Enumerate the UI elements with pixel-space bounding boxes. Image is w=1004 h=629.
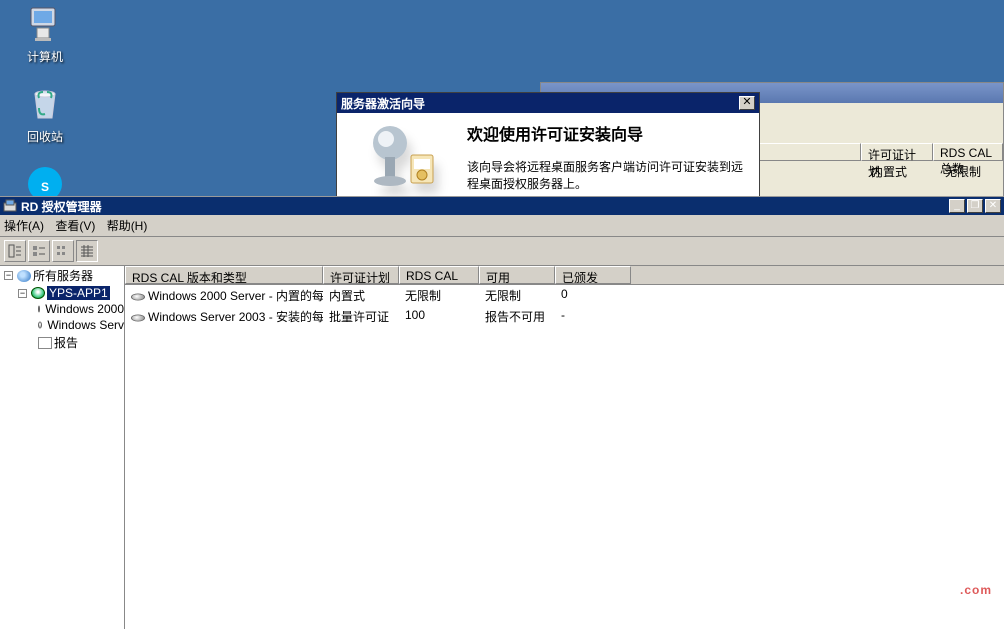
maximize-icon[interactable]: ❐ bbox=[967, 199, 983, 213]
desktop-icon-computer[interactable]: 计算机 bbox=[10, 4, 80, 65]
wizard-art bbox=[337, 113, 465, 196]
wizard-dialog: 服务器激活向导 ✕ 欢迎使用许可证安装向导 该向导会将远程桌面服务客户端访问许可… bbox=[336, 92, 760, 197]
wizard-paragraph: 该向导会将远程桌面服务客户端访问许可证安装到远程桌面授权服务器上。 bbox=[467, 159, 747, 194]
column-header[interactable]: 已颁发 bbox=[555, 266, 631, 284]
wizard-titlebar[interactable]: 服务器激活向导 ✕ bbox=[337, 93, 759, 113]
rd-title-text: RD 授权管理器 bbox=[21, 198, 947, 215]
menu-view[interactable]: 查看(V) bbox=[55, 219, 95, 233]
wizard-heading: 欢迎使用许可证安装向导 bbox=[467, 121, 747, 145]
server-icon bbox=[31, 287, 45, 299]
list-view[interactable]: RDS CAL 版本和类型 许可证计划 RDS CAL 总数 可用 已颁发 Wi… bbox=[125, 266, 1004, 629]
recycle-bin-icon bbox=[25, 84, 65, 124]
column-header[interactable]: RDS CAL 版本和类型 bbox=[125, 266, 323, 284]
desktop-icon-label: 计算机 bbox=[10, 48, 80, 65]
toolbar-button-4[interactable] bbox=[76, 240, 98, 262]
column-header[interactable]: RDS CAL 总数 bbox=[399, 266, 479, 284]
column-header[interactable]: 可用 bbox=[479, 266, 555, 284]
list-header: RDS CAL 版本和类型 许可证计划 RDS CAL 总数 可用 已颁发 bbox=[125, 266, 1004, 285]
license-icon bbox=[131, 314, 145, 321]
column-header[interactable]: 许可证计划 bbox=[323, 266, 399, 284]
desktop-icon-label: 回收站 bbox=[10, 128, 80, 145]
rd-app-icon bbox=[3, 199, 17, 213]
menubar: 操作(A) 查看(V) 帮助(H) bbox=[0, 215, 1004, 237]
desktop-icon-recycle[interactable]: 回收站 bbox=[10, 84, 80, 145]
tree-item[interactable]: Windows Serv bbox=[0, 317, 124, 333]
close-icon[interactable]: ✕ bbox=[739, 96, 755, 110]
computer-icon bbox=[25, 4, 65, 44]
svg-text:S: S bbox=[41, 180, 49, 194]
minimize-icon[interactable]: _ bbox=[949, 199, 965, 213]
list-row[interactable]: Windows 2000 Server - 内置的每设备... 内置式 无限制 … bbox=[125, 285, 1004, 306]
menu-help[interactable]: 帮助(H) bbox=[107, 219, 148, 233]
tree-root[interactable]: −所有服务器 bbox=[0, 266, 124, 285]
license-icon bbox=[131, 293, 145, 300]
toolbar bbox=[0, 237, 1004, 266]
toolbar-button-3[interactable] bbox=[52, 240, 74, 262]
toolbar-button-2[interactable] bbox=[28, 240, 50, 262]
list-row[interactable]: Windows Server 2003 - 安装的每用户... 批量许可证 10… bbox=[125, 306, 1004, 327]
tree-item[interactable]: 报告 bbox=[0, 333, 124, 352]
tree-view[interactable]: −所有服务器 −YPS-APP1 Windows 2000 Windows Se… bbox=[0, 266, 125, 629]
wizard-title-text: 服务器激活向导 bbox=[341, 95, 739, 112]
rd-manager-window: RD 授权管理器 _ ❐ ✕ 操作(A) 查看(V) 帮助(H) −所有服务器 … bbox=[0, 196, 1004, 628]
menu-action[interactable]: 操作(A) bbox=[4, 219, 44, 233]
license-icon bbox=[38, 306, 40, 313]
license-icon bbox=[38, 322, 42, 329]
tree-server[interactable]: −YPS-APP1 bbox=[0, 285, 124, 301]
globe-icon bbox=[17, 270, 31, 282]
tree-item[interactable]: Windows 2000 bbox=[0, 301, 124, 317]
toolbar-button-1[interactable] bbox=[4, 240, 26, 262]
report-icon bbox=[38, 337, 52, 349]
close-icon[interactable]: ✕ bbox=[985, 199, 1001, 213]
rd-titlebar[interactable]: RD 授权管理器 _ ❐ ✕ bbox=[0, 197, 1004, 215]
